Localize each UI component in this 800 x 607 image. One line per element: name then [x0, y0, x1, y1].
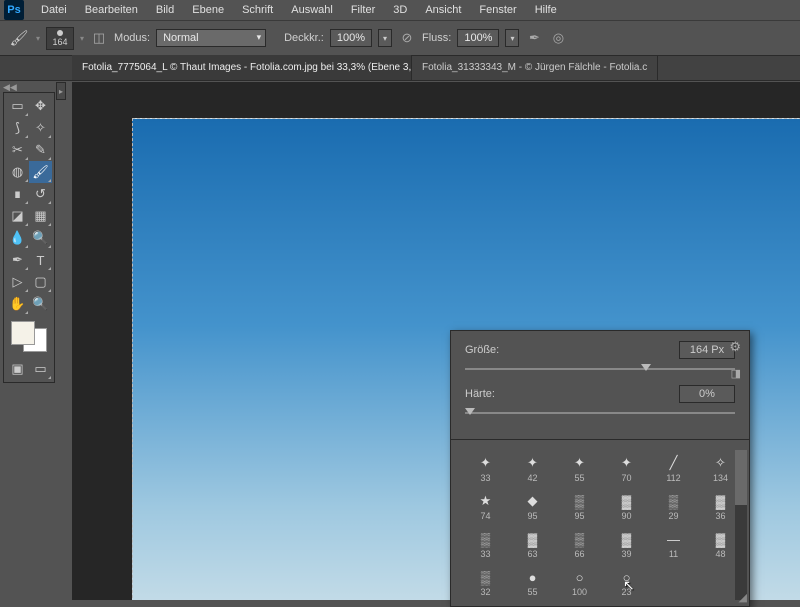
- menu-filter[interactable]: Filter: [342, 1, 384, 19]
- crop-tool[interactable]: ✂: [6, 139, 29, 161]
- menubar: Ps Datei Bearbeiten Bild Ebene Schrift A…: [0, 0, 800, 20]
- blend-mode-dropdown[interactable]: Normal: [156, 29, 266, 47]
- brush-preset-10[interactable]: ▒29: [651, 488, 696, 524]
- brush-preset-1[interactable]: ✦42: [510, 450, 555, 486]
- brush-tool[interactable]: 🖌: [29, 161, 52, 183]
- document-tab-2-title: Fotolia_31333343_M - © Jürgen Fälchle - …: [422, 62, 647, 73]
- mode-label: Modus:: [114, 32, 150, 44]
- marquee-tool[interactable]: ▭: [6, 95, 29, 117]
- brush-preset-7[interactable]: ◆95: [510, 488, 555, 524]
- size-slider[interactable]: [465, 363, 735, 375]
- brush-preset-2[interactable]: ✦55: [557, 450, 602, 486]
- hardness-input[interactable]: 0%: [679, 385, 735, 403]
- hand-tool[interactable]: ✋: [6, 293, 29, 315]
- history-brush-tool[interactable]: ↺: [29, 183, 52, 205]
- flow-input[interactable]: 100%: [457, 29, 499, 47]
- menu-hilfe[interactable]: Hilfe: [526, 1, 566, 19]
- document-tab-1-title: Fotolia_7775064_L © Thaut Images - Fotol…: [82, 62, 412, 73]
- opacity-dropdown-arrow[interactable]: ▾: [378, 29, 392, 47]
- tab-handle[interactable]: ▸: [56, 82, 66, 100]
- menu-schrift[interactable]: Schrift: [233, 1, 282, 19]
- brush-preset-18[interactable]: ▒32: [463, 564, 508, 600]
- pen-tool[interactable]: ✒: [6, 249, 29, 271]
- brush-preset-19[interactable]: ●55: [510, 564, 555, 600]
- brush-preset-8[interactable]: ▒95: [557, 488, 602, 524]
- hardness-slider[interactable]: [465, 407, 735, 419]
- flow-label: Fluss:: [422, 32, 451, 44]
- brush-preset-grid: ✦33✦42✦55✦70╱112✧134★74◆95▒95▓90▒29▓36▒3…: [451, 444, 749, 606]
- app-logo: Ps: [4, 0, 24, 20]
- brush-preset-12[interactable]: ▒33: [463, 526, 508, 562]
- menu-fenster[interactable]: Fenster: [470, 1, 525, 19]
- menu-bearbeiten[interactable]: Bearbeiten: [76, 1, 147, 19]
- menu-ansicht[interactable]: Ansicht: [416, 1, 470, 19]
- quickmask-tool[interactable]: ▣: [6, 358, 29, 380]
- gear-icon[interactable]: ⚙: [729, 339, 741, 355]
- document-tab-1[interactable]: Fotolia_7775064_L © Thaut Images - Fotol…: [72, 55, 412, 80]
- brush-tool-icon[interactable]: 🖌: [8, 27, 30, 49]
- cursor-icon: ↖: [623, 577, 635, 594]
- gradient-tool[interactable]: ▦: [29, 205, 52, 227]
- brush-preset-4[interactable]: ╱112: [651, 450, 696, 486]
- brush-panel-toggle-icon[interactable]: ◫: [90, 29, 108, 47]
- eyedropper-tool[interactable]: ✎: [29, 139, 52, 161]
- brush-preset-6[interactable]: ★74: [463, 488, 508, 524]
- wand-tool[interactable]: ✧: [29, 117, 52, 139]
- brush-size-number: 164: [53, 37, 68, 47]
- airbrush-icon[interactable]: ✒: [525, 29, 543, 47]
- opacity-pressure-icon[interactable]: ⊘: [398, 29, 416, 47]
- brush-preset-14[interactable]: ▒66: [557, 526, 602, 562]
- screenmode-tool[interactable]: ▭: [29, 358, 52, 380]
- flow-dropdown-arrow[interactable]: ▾: [505, 29, 519, 47]
- heal-tool[interactable]: ◍: [6, 161, 29, 183]
- eraser-tool[interactable]: ◪: [6, 205, 29, 227]
- opacity-input[interactable]: 100%: [330, 29, 372, 47]
- brush-size-preview[interactable]: 164: [46, 27, 74, 50]
- blur-tool[interactable]: 💧: [6, 227, 29, 249]
- path-select-tool[interactable]: ▷: [6, 271, 29, 293]
- hardness-label: Härte:: [465, 388, 679, 400]
- dodge-tool[interactable]: 🔍: [29, 227, 52, 249]
- menu-bild[interactable]: Bild: [147, 1, 183, 19]
- brush-preset-20[interactable]: ○100: [557, 564, 602, 600]
- size-label: Größe:: [465, 344, 679, 356]
- menu-ebene[interactable]: Ebene: [183, 1, 233, 19]
- menu-auswahl[interactable]: Auswahl: [282, 1, 342, 19]
- resize-handle-icon[interactable]: ◢: [739, 591, 747, 604]
- size-pressure-icon[interactable]: ◎: [549, 29, 567, 47]
- document-tab-bar: Fotolia_7775064_L © Thaut Images - Fotol…: [0, 56, 800, 81]
- brush-preset-9[interactable]: ▓90: [604, 488, 649, 524]
- stamp-tool[interactable]: ∎: [6, 183, 29, 205]
- size-input[interactable]: 164 Px: [679, 341, 735, 359]
- brush-preset-16[interactable]: —11: [651, 526, 696, 562]
- color-swatches[interactable]: [9, 319, 49, 354]
- foreground-swatch[interactable]: [11, 321, 35, 345]
- menu-3d[interactable]: 3D: [384, 1, 416, 19]
- scrollbar-thumb[interactable]: [735, 450, 747, 505]
- brush-preset-15[interactable]: ▓39: [604, 526, 649, 562]
- brush-preset-3[interactable]: ✦70: [604, 450, 649, 486]
- toolbox: ▭✥ ⟆✧ ✂✎ ◍🖌 ∎↺ ◪▦ 💧🔍 ✒T ▷▢ ✋🔍 ▣▭: [3, 92, 55, 383]
- document-tab-2[interactable]: Fotolia_31333343_M - © Jürgen Fälchle - …: [412, 55, 658, 80]
- brush-preset-0[interactable]: ✦33: [463, 450, 508, 486]
- type-tool[interactable]: T: [29, 249, 52, 271]
- menu-datei[interactable]: Datei: [32, 1, 76, 19]
- shape-tool[interactable]: ▢: [29, 271, 52, 293]
- move-tool[interactable]: ✥: [29, 95, 52, 117]
- options-bar: 🖌 ▾ 164 ▾ ◫ Modus: Normal Deckkr.: 100% …: [0, 20, 800, 56]
- brush-preset-13[interactable]: ▓63: [510, 526, 555, 562]
- zoom-tool[interactable]: 🔍: [29, 293, 52, 315]
- brush-preset-panel: ⚙ ◨ Größe:164 Px Härte:0% ✦33✦42✦55✦70╱1…: [450, 330, 750, 607]
- lasso-tool[interactable]: ⟆: [6, 117, 29, 139]
- opacity-label: Deckkr.:: [284, 32, 324, 44]
